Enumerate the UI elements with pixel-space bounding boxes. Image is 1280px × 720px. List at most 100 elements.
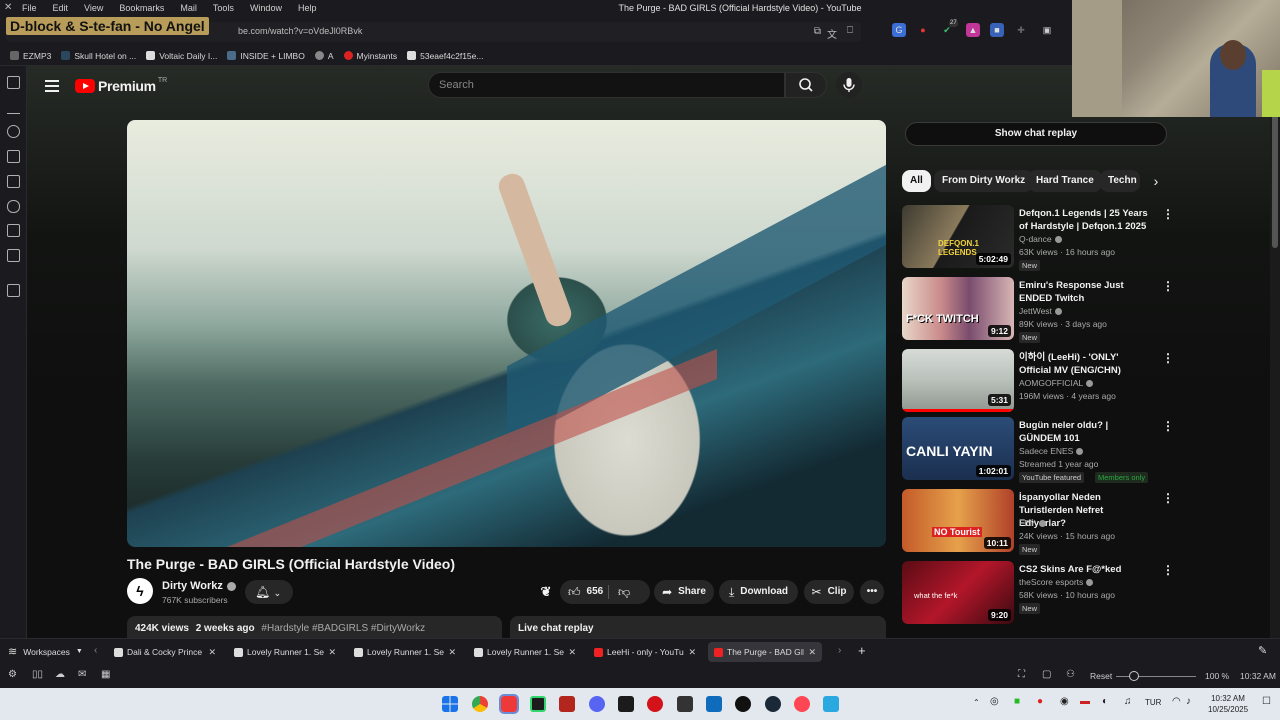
- description-box[interactable]: 424K views 2 weeks ago #Hardstyle #BADGI…: [127, 616, 502, 638]
- channel-name[interactable]: FEY: [1019, 518, 1046, 528]
- more-actions-button[interactable]: •••: [860, 580, 884, 604]
- browser-tab[interactable]: Lovely Runner 1. Sezon✕: [468, 642, 582, 662]
- menu-icon[interactable]: [45, 80, 59, 92]
- more-vertical-icon[interactable]: ⋮: [1162, 351, 1174, 365]
- game-launcher-icon[interactable]: [794, 696, 810, 712]
- puzzle-extension-icon[interactable]: ✚: [1014, 23, 1028, 37]
- recommendation-item[interactable]: F*CK TWITCH 9:12 Emiru's Response Just E…: [902, 277, 1174, 343]
- channel-name[interactable]: JettWest: [1019, 306, 1062, 316]
- vivaldi-taskbar-icon[interactable]: [499, 694, 519, 714]
- app-icon[interactable]: [618, 696, 634, 712]
- close-tab-icon[interactable]: ✕: [328, 647, 336, 658]
- bookmark-item[interactable]: A: [314, 51, 334, 61]
- channel-avatar[interactable]: ϟ: [127, 578, 153, 604]
- video-title[interactable]: CS2 Skins Are F@*ked: [1019, 563, 1149, 576]
- notifications-icon[interactable]: ☐: [1262, 696, 1271, 707]
- capture-icon[interactable]: ⛶: [1018, 669, 1025, 680]
- history-panel-icon[interactable]: [7, 125, 20, 138]
- more-vertical-icon[interactable]: ⋮: [1162, 207, 1174, 221]
- close-tab-icon[interactable]: ✕: [568, 647, 576, 658]
- folder-icon[interactable]: [677, 696, 693, 712]
- voice-search-button[interactable]: [836, 72, 862, 98]
- notepad-icon[interactable]: [823, 696, 839, 712]
- like-count[interactable]: 656: [587, 580, 604, 604]
- terminal-icon[interactable]: [530, 696, 546, 712]
- tray-app-icon[interactable]: ▬: [1080, 696, 1090, 707]
- zoom-slider-thumb[interactable]: [1129, 671, 1139, 681]
- reader-icon[interactable]: ⧉: [814, 26, 821, 37]
- more-vertical-icon[interactable]: ⋮: [1162, 419, 1174, 433]
- browser-tab[interactable]: Dali & Cocky Prince 1. ✕: [108, 642, 222, 662]
- browser-tab-active[interactable]: The Purge - BAD GIRLS✕: [708, 642, 822, 662]
- chevron-up-icon[interactable]: ⌃: [973, 698, 980, 707]
- bookmarks-panel-icon[interactable]: [7, 76, 20, 89]
- bookmark-item[interactable]: Myinstants: [343, 51, 397, 61]
- chevron-right-icon[interactable]: ›: [1145, 170, 1167, 192]
- close-tab-icon[interactable]: ✕: [448, 647, 456, 658]
- channel-name[interactable]: Sadece ENES: [1019, 446, 1084, 456]
- tray-app-icon[interactable]: ◉: [1060, 696, 1069, 707]
- video-thumbnail[interactable]: NO Tourist 10:11: [902, 489, 1014, 552]
- notes-panel-icon[interactable]: [7, 150, 20, 163]
- tray-record-icon[interactable]: ●: [1037, 696, 1043, 707]
- download-button[interactable]: ⤓ Download: [719, 580, 798, 604]
- screenshot-extension-icon[interactable]: ▣: [1040, 23, 1054, 37]
- calendar-icon[interactable]: ▦: [101, 669, 110, 680]
- volume-icon[interactable]: ♪: [1186, 696, 1191, 707]
- windows-start-icon[interactable]: [442, 696, 458, 712]
- bookmark-item[interactable]: Voltaic Daily I...: [146, 51, 217, 61]
- input-language[interactable]: TUR: [1145, 698, 1161, 707]
- bookmark-item[interactable]: Skull Hotel on ...: [61, 51, 136, 61]
- chip-hard-trance[interactable]: Hard Trance: [1028, 170, 1102, 192]
- chevron-left-icon[interactable]: ‹: [94, 645, 97, 656]
- video-title[interactable]: Bugün neler oldu? | GÜNDEM 101: [1019, 419, 1149, 445]
- channel-name[interactable]: theScore esports: [1019, 577, 1094, 587]
- wifi-icon[interactable]: ◠: [1172, 696, 1181, 707]
- url-text[interactable]: be.com/watch?v=oVdeJl0RBvk: [238, 26, 362, 36]
- tray-mic-icon[interactable]: ♫: [1124, 696, 1132, 707]
- mail-panel-icon[interactable]: [7, 249, 20, 262]
- thumbs-up-icon[interactable]: 👍︎: [568, 580, 581, 604]
- share-button[interactable]: ➦ Share: [654, 580, 714, 604]
- page-scrollbar[interactable]: [1270, 66, 1280, 638]
- show-chat-replay-button[interactable]: Show chat replay: [905, 122, 1167, 146]
- reading-list-panel-icon[interactable]: [7, 200, 20, 213]
- record-extension-icon[interactable]: ●: [916, 23, 930, 37]
- translate-panel-icon[interactable]: [7, 175, 20, 188]
- bookmark-item[interactable]: EZMP3: [10, 51, 51, 61]
- video-thumbnail[interactable]: DEFQON.1 LEGENDS 5:02:49: [902, 205, 1014, 268]
- steam-taskbar-icon[interactable]: [765, 696, 781, 712]
- browser-tab[interactable]: LeeHi - only - YouTube✕: [588, 642, 702, 662]
- cloud-icon[interactable]: ☁: [55, 669, 65, 680]
- recommendation-item[interactable]: CANLI YAYIN 1:02:01 Bugün neler oldu? | …: [902, 417, 1174, 483]
- translator-extension-icon[interactable]: G: [892, 23, 906, 37]
- notification-bell-button[interactable]: 🔔︎ ⌄: [245, 580, 293, 604]
- chip-from-channel[interactable]: From Dirty Workz: [934, 170, 1034, 192]
- live-chat-replay-header[interactable]: Live chat replay: [510, 616, 886, 638]
- video-player[interactable]: [127, 120, 886, 547]
- browser-tab[interactable]: Lovely Runner 1. Sezon✕: [228, 642, 342, 662]
- clip-button[interactable]: ✂ Clip: [804, 580, 854, 604]
- new-tab-icon[interactable]: +: [858, 643, 866, 658]
- tabs-extension-icon[interactable]: ■: [990, 23, 1004, 37]
- search-button[interactable]: [785, 72, 827, 98]
- close-tab-icon[interactable]: ✕: [688, 647, 696, 658]
- recommendation-item[interactable]: what the fe*k 9:20 CS2 Skins Are F@*ked …: [902, 561, 1174, 627]
- zoom-reset-button[interactable]: Reset: [1090, 671, 1112, 681]
- channel-name[interactable]: AOMGOFFICIAL: [1019, 378, 1094, 388]
- close-tab-icon[interactable]: ✕: [208, 647, 216, 658]
- downloads-panel-icon[interactable]: [7, 101, 20, 114]
- video-title[interactable]: Emiru's Response Just ENDED Twitch: [1019, 279, 1149, 305]
- settings-icon[interactable]: ⚙: [8, 669, 17, 680]
- thanks-button[interactable]: ❦: [535, 580, 557, 604]
- bookmark-page-icon[interactable]: ⎕: [847, 25, 853, 36]
- youtube-premium-logo[interactable]: Premium TR: [75, 77, 167, 94]
- video-title[interactable]: 이하이 (LeeHi) - 'ONLY' Official MV (ENG/CH…: [1019, 351, 1149, 377]
- page-actions-icon[interactable]: ⚇: [1066, 669, 1075, 680]
- video-thumbnail[interactable]: what the fe*k 9:20: [902, 561, 1014, 624]
- chevron-right-icon[interactable]: ›: [838, 645, 841, 656]
- notes-icon[interactable]: ✎: [1258, 644, 1267, 657]
- window-panel-icon[interactable]: [7, 224, 20, 237]
- browser-tab[interactable]: Lovely Runner 1. Sezon✕: [348, 642, 462, 662]
- channel-name[interactable]: Dirty Workz: [162, 580, 236, 592]
